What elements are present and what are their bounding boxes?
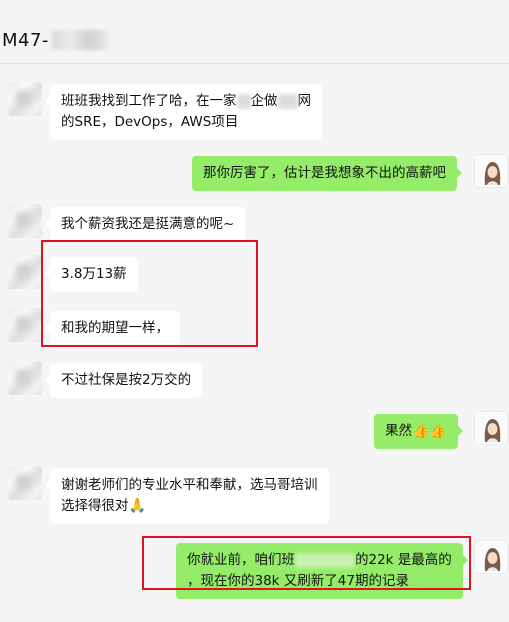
girl-avatar-icon <box>484 419 501 442</box>
message-text: 的SRE，DevOps，AWS项目 <box>61 114 239 130</box>
message-text: 选择得很对 <box>61 498 129 514</box>
message-text: 果然 <box>385 423 412 439</box>
pray-hands-icon: 🙏 <box>128 498 146 514</box>
message-bubble-sent[interactable]: 果然👍👍 <box>374 414 463 449</box>
message-text: 班班我找到工作了哈，在一家 <box>61 93 237 109</box>
girl-avatar-icon <box>484 548 501 571</box>
message-bubble-sent[interactable]: 那你厉害了，估计是我想象不出的高薪吧 <box>192 156 462 191</box>
contact-avatar[interactable] <box>8 204 42 238</box>
thumbs-up-icon: 👍👍 <box>412 423 447 439</box>
redacted-text <box>277 93 298 109</box>
contact-avatar[interactable] <box>8 361 42 395</box>
message-text: 企做 <box>250 93 278 109</box>
user-avatar[interactable] <box>474 154 508 188</box>
message-text: 我个薪资我还是挺满意的呢~ <box>61 216 235 232</box>
contact-avatar[interactable] <box>8 255 42 289</box>
contact-avatar[interactable] <box>8 466 42 500</box>
contact-avatar[interactable] <box>8 82 42 116</box>
message-bubble-received[interactable]: 我个薪资我还是挺满意的呢~ <box>44 207 246 242</box>
chat-title[interactable]: M47- <box>2 30 49 51</box>
contact-avatar[interactable] <box>8 308 42 342</box>
message-bubble-received[interactable]: 不过社保是按2万交的 <box>44 363 203 398</box>
highlight-box <box>142 536 471 590</box>
message-bubble-received[interactable]: 谢谢老师们的专业水平和奉献，选马哥培训 选择得很对🙏 <box>45 468 329 524</box>
message-text: 谢谢老师们的专业水平和奉献，选马哥培训 <box>61 477 318 493</box>
message-text: 网 <box>297 93 312 109</box>
girl-avatar-icon <box>484 162 501 185</box>
highlight-box <box>41 240 258 347</box>
message-text: 不过社保是按2万交的 <box>61 372 192 388</box>
user-avatar[interactable] <box>474 411 508 445</box>
message-bubble-received[interactable]: 班班我找到工作了哈，在一家 企做 网 的SRE，DevOps，AWS项目 <box>45 84 322 140</box>
redacted-text <box>236 93 251 109</box>
chat-header: M47- <box>0 0 509 64</box>
message-text: 那你厉害了，估计是我想象不出的高薪吧 <box>203 165 446 181</box>
redacted-title <box>52 30 108 50</box>
user-avatar[interactable] <box>474 540 508 574</box>
